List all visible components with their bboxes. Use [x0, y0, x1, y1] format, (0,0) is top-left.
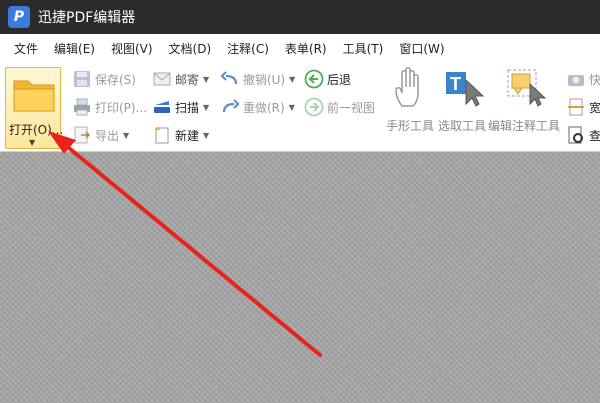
new-document-icon — [155, 126, 169, 144]
back-arrow-icon — [304, 69, 324, 89]
edit-annotation-tool-button[interactable]: 编辑注释工具 — [488, 66, 560, 134]
print-label: 打印(P)... — [95, 100, 148, 115]
save-label: 保存(S) — [95, 72, 136, 87]
redo-dropdown-icon[interactable]: ▼ — [289, 103, 295, 112]
snapshot-label: 快 — [589, 72, 600, 87]
redo-button[interactable]: 重做(R) ▼ — [220, 96, 295, 118]
toolbar: 打开(O)... ▼ 保存(S) 打印(P)... 导出 ▼ 邮寄 ▼ 扫描 ▼… — [0, 62, 600, 152]
app-title: 迅捷PDF编辑器 — [38, 10, 136, 26]
title-bar: P 迅捷PDF编辑器 — [0, 0, 600, 34]
menu-view[interactable]: 视图(V) — [103, 40, 161, 57]
scanner-icon — [154, 101, 170, 113]
hand-tool-label: 手形工具 — [385, 119, 434, 133]
camera-icon — [568, 75, 584, 86]
export-label: 导出 — [95, 128, 120, 143]
redo-label: 重做(R) — [243, 100, 285, 115]
undo-label: 撤销(U) — [243, 72, 286, 87]
find-icon — [568, 126, 583, 144]
scan-button[interactable]: 扫描 ▼ — [152, 96, 209, 118]
print-button[interactable]: 打印(P)... — [72, 96, 147, 118]
app-logo-icon: P — [8, 6, 30, 28]
printer-icon — [74, 98, 90, 116]
back-label: 后退 — [327, 72, 352, 87]
undo-dropdown-icon[interactable]: ▼ — [289, 75, 295, 84]
edit-annotation-tool-label: 编辑注释工具 — [488, 119, 561, 133]
menu-edit[interactable]: 编辑(E) — [46, 40, 103, 57]
envelope-icon — [153, 72, 171, 86]
export-icon — [74, 126, 91, 144]
menu-document[interactable]: 文档(D) — [161, 40, 220, 57]
save-button[interactable]: 保存(S) — [72, 68, 136, 90]
scan-dropdown-icon[interactable]: ▼ — [203, 103, 209, 112]
find-button[interactable]: 查 — [566, 124, 600, 146]
export-dropdown-icon[interactable]: ▼ — [123, 131, 129, 140]
export-button[interactable]: 导出 ▼ — [72, 124, 129, 146]
folder-icon — [13, 80, 55, 112]
open-dropdown-icon[interactable]: ▼ — [29, 138, 35, 147]
undo-button[interactable]: 撤销(U) ▼ — [220, 68, 295, 90]
document-canvas[interactable] — [0, 152, 600, 403]
hand-icon — [395, 67, 419, 107]
select-tool-label: 选取工具 — [437, 119, 486, 133]
forward-arrow-icon — [304, 97, 324, 117]
fit-width-label: 宽 — [589, 100, 600, 115]
menu-tools[interactable]: 工具(T) — [335, 40, 392, 57]
annotation-edit-icon — [507, 69, 547, 107]
svg-text:T: T — [450, 74, 461, 94]
hand-tool-button[interactable]: 手形工具 — [384, 66, 436, 134]
email-label: 邮寄 — [175, 72, 200, 87]
menu-window[interactable]: 窗口(W) — [391, 40, 452, 57]
previous-view-button[interactable]: 前一视图 — [304, 96, 375, 118]
back-button[interactable]: 后退 — [304, 68, 351, 90]
new-label: 新建 — [175, 128, 200, 143]
redo-icon — [222, 99, 240, 113]
email-dropdown-icon[interactable]: ▼ — [203, 75, 209, 84]
save-icon — [74, 71, 90, 87]
menu-bar: 文件 编辑(E) 视图(V) 文档(D) 注释(C) 表单(R) 工具(T) 窗… — [0, 34, 600, 63]
text-select-icon: T — [446, 72, 485, 107]
page-width-icon — [568, 98, 584, 116]
menu-file[interactable]: 文件 — [0, 40, 46, 57]
fit-width-button[interactable]: 宽 — [566, 96, 600, 118]
menu-comment[interactable]: 注释(C) — [219, 40, 277, 57]
new-dropdown-icon[interactable]: ▼ — [203, 131, 209, 140]
email-button[interactable]: 邮寄 ▼ — [152, 68, 209, 90]
select-tool-button[interactable]: T 选取工具 — [436, 66, 488, 134]
scan-label: 扫描 — [175, 100, 200, 115]
open-button-label: 打开(O)... — [9, 123, 64, 137]
find-label: 查 — [589, 128, 600, 143]
new-button[interactable]: 新建 ▼ — [152, 124, 209, 146]
snapshot-button[interactable]: 快 — [566, 68, 600, 90]
open-button[interactable]: 打开(O)... ▼ — [5, 67, 64, 149]
undo-icon — [220, 71, 238, 85]
menu-form[interactable]: 表单(R) — [277, 40, 335, 57]
previous-view-label: 前一视图 — [327, 100, 376, 115]
